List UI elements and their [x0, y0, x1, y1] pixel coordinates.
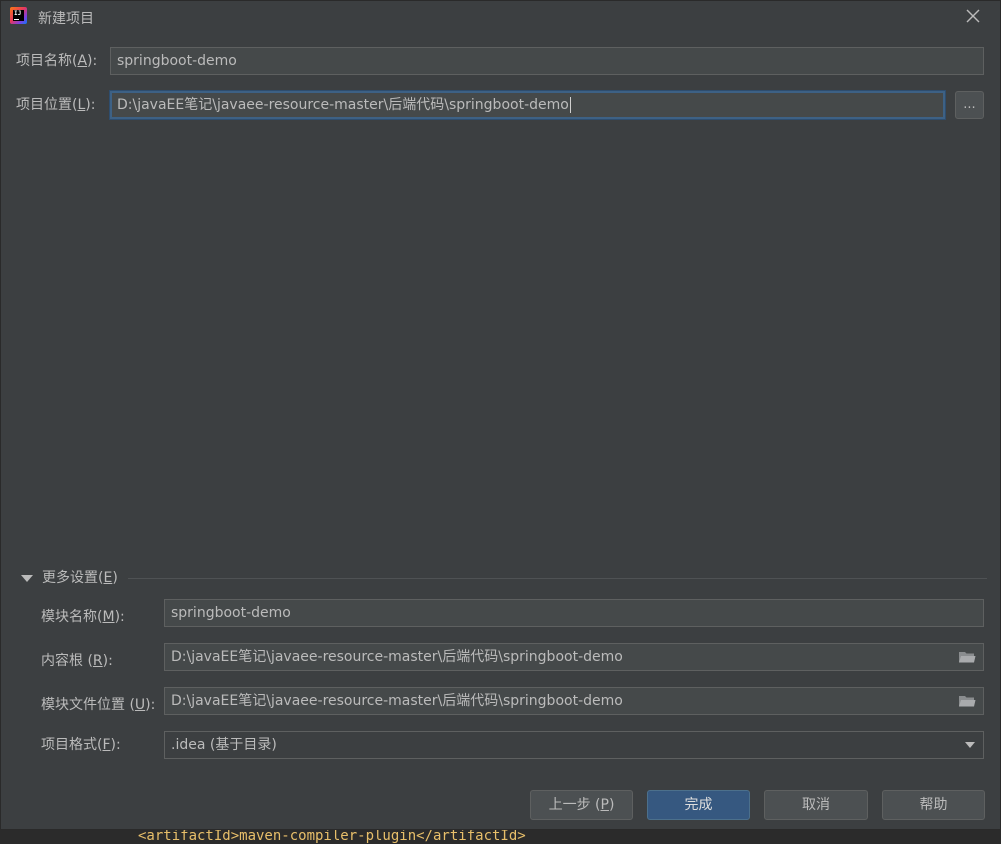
- new-project-dialog: IJ 新建项目 项目名称(A): springboot-demo 项目位置(L)…: [0, 0, 1001, 830]
- project-name-label: 项目名称(A):: [16, 53, 98, 69]
- text-caret: [569, 97, 571, 113]
- background-editor-code: <artifactId>maven-compiler-plugin</artif…: [138, 828, 526, 844]
- module-name-label: 模块名称(M):: [41, 609, 125, 625]
- project-format-select[interactable]: .idea (基于目录): [164, 731, 984, 759]
- folder-icon[interactable]: [958, 694, 976, 708]
- project-format-label: 项目格式(F):: [41, 737, 121, 753]
- finish-button[interactable]: 完成: [647, 790, 750, 820]
- module-file-location-label: 模块文件位置 (U):: [41, 697, 156, 713]
- previous-button[interactable]: 上一步 (P): [530, 790, 633, 820]
- content-root-label: 内容根 (R):: [41, 653, 113, 669]
- content-root-input[interactable]: D:\javaEE笔记\javaee-resource-master\后端代码\…: [164, 643, 984, 671]
- expand-triangle-icon: [21, 575, 33, 582]
- close-icon[interactable]: [964, 7, 982, 25]
- more-settings-label: 更多设置(E): [42, 570, 118, 586]
- dialog-title: 新建项目: [38, 11, 94, 27]
- title-bar: IJ 新建项目: [1, 1, 1000, 33]
- project-location-label: 项目位置(L):: [16, 97, 96, 113]
- chevron-down-icon: [965, 742, 975, 748]
- section-divider: [128, 578, 987, 579]
- intellij-idea-icon: IJ: [10, 7, 27, 24]
- folder-icon[interactable]: [958, 650, 976, 664]
- project-name-input[interactable]: springboot-demo: [110, 47, 984, 75]
- browse-button[interactable]: ...: [955, 91, 984, 119]
- help-button[interactable]: 帮助: [882, 790, 985, 820]
- cancel-button[interactable]: 取消: [764, 790, 868, 820]
- project-location-input[interactable]: D:\javaEE笔记\javaee-resource-master\后端代码\…: [110, 91, 945, 119]
- module-name-input[interactable]: springboot-demo: [164, 599, 984, 627]
- module-file-location-input[interactable]: D:\javaEE笔记\javaee-resource-master\后端代码\…: [164, 687, 984, 715]
